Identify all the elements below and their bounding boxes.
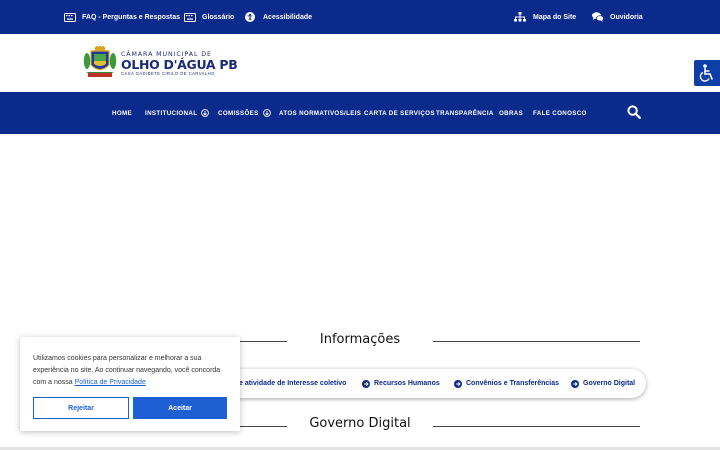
logo-line-3: CASA GADIBETE CIRILO DE CARVALHO [121,71,215,76]
wheelchair-icon [699,64,713,82]
nav-item-label: OBRAS [499,109,524,117]
accessibility-icon [245,12,255,22]
faq-link[interactable]: FAQ - Perguntas e Respostas [64,0,180,34]
nav-item-institucional[interactable]: INSTITUCIONAL [145,92,210,134]
city-crest-icon[interactable] [82,46,118,80]
glossary-label: Glossário [202,13,235,21]
arrow-right-circle-icon [454,379,462,388]
nav-item-label: FALE CONOSCO [533,109,587,117]
nav-item-label: COMISSÕES [218,109,259,117]
logo-line-2: OLHO D'ÁGUA PB [121,57,238,72]
arrow-right-circle-icon [362,379,370,388]
info-link-interesse-coletivo[interactable]: e atividade de Interesse coletivo [239,369,346,398]
keyboard-icon [64,12,76,22]
info-link-convenios[interactable]: Convênios e Transferências [454,369,559,398]
nav-item-label: HOME [112,109,132,117]
info-link-label: Governo Digital [583,380,636,387]
ombudsman-label: Ouvidoria [610,13,643,21]
sitemap-label: Mapa do Site [533,13,577,21]
nav-item-label: INSTITUCIONAL [145,109,198,117]
faq-label: FAQ - Perguntas e Respostas [82,13,181,21]
keyboard-icon [184,12,196,22]
cookie-consent-banner: Utilizamos cookies para personalizar e m… [20,337,240,431]
sitemap-icon [514,12,526,22]
info-link-label: e atividade de Interesse coletivo [239,380,347,387]
nav-item-comissoes[interactable]: COMISSÕES [218,92,271,134]
arrow-right-circle-icon [571,379,579,388]
sitemap-link[interactable]: Mapa do Site [514,0,576,34]
info-link-label: Convênios e Transferências [466,380,559,387]
nav-item-fale-conosco[interactable]: FALE CONOSCO [533,92,587,134]
site-logo[interactable]: CÂMARA MUNICIPAL DE OLHO D'ÁGUA PB CASA … [121,51,238,76]
info-link-governo-digital[interactable]: Governo Digital [571,369,635,398]
chat-bubbles-icon [592,12,604,22]
circle-chevron-down-icon [262,109,271,117]
cookie-message: Utilizamos cookies para personalizar e m… [33,353,233,389]
glossary-link[interactable]: Glossário [184,0,234,34]
nav-item-label: CARTA DE SERVIÇOS [364,109,435,117]
nav-item-label: TRANSPARÊNCIA [436,109,494,117]
accessibility-toolbar-button[interactable] [694,60,720,86]
privacy-policy-link[interactable]: Política de Privacidade [75,379,146,386]
reject-cookies-button[interactable]: Rejeitar [33,397,129,419]
accessibility-label: Acessibilidade [263,13,313,21]
nav-item-home[interactable]: HOME [112,92,132,134]
accessibility-link[interactable]: Acessibilidade [245,0,312,34]
circle-chevron-down-icon [201,109,210,117]
nav-item-transparencia[interactable]: TRANSPARÊNCIA [436,92,494,134]
info-link-recursos-humanos[interactable]: Recursos Humanos [362,369,440,398]
ombudsman-link[interactable]: Ouvidoria [592,0,643,34]
info-link-label: Recursos Humanos [374,380,440,387]
nav-item-atos-normativos[interactable]: ATOS NORMATIVOS/LEIS [279,92,361,134]
accept-cookies-button[interactable]: Aceitar [133,397,227,419]
nav-item-label: ATOS NORMATIVOS/LEIS [279,109,362,117]
nav-item-carta-de-servicos[interactable]: CARTA DE SERVIÇOS [364,92,435,134]
nav-item-obras[interactable]: OBRAS [499,92,523,134]
search-icon[interactable] [627,105,641,119]
